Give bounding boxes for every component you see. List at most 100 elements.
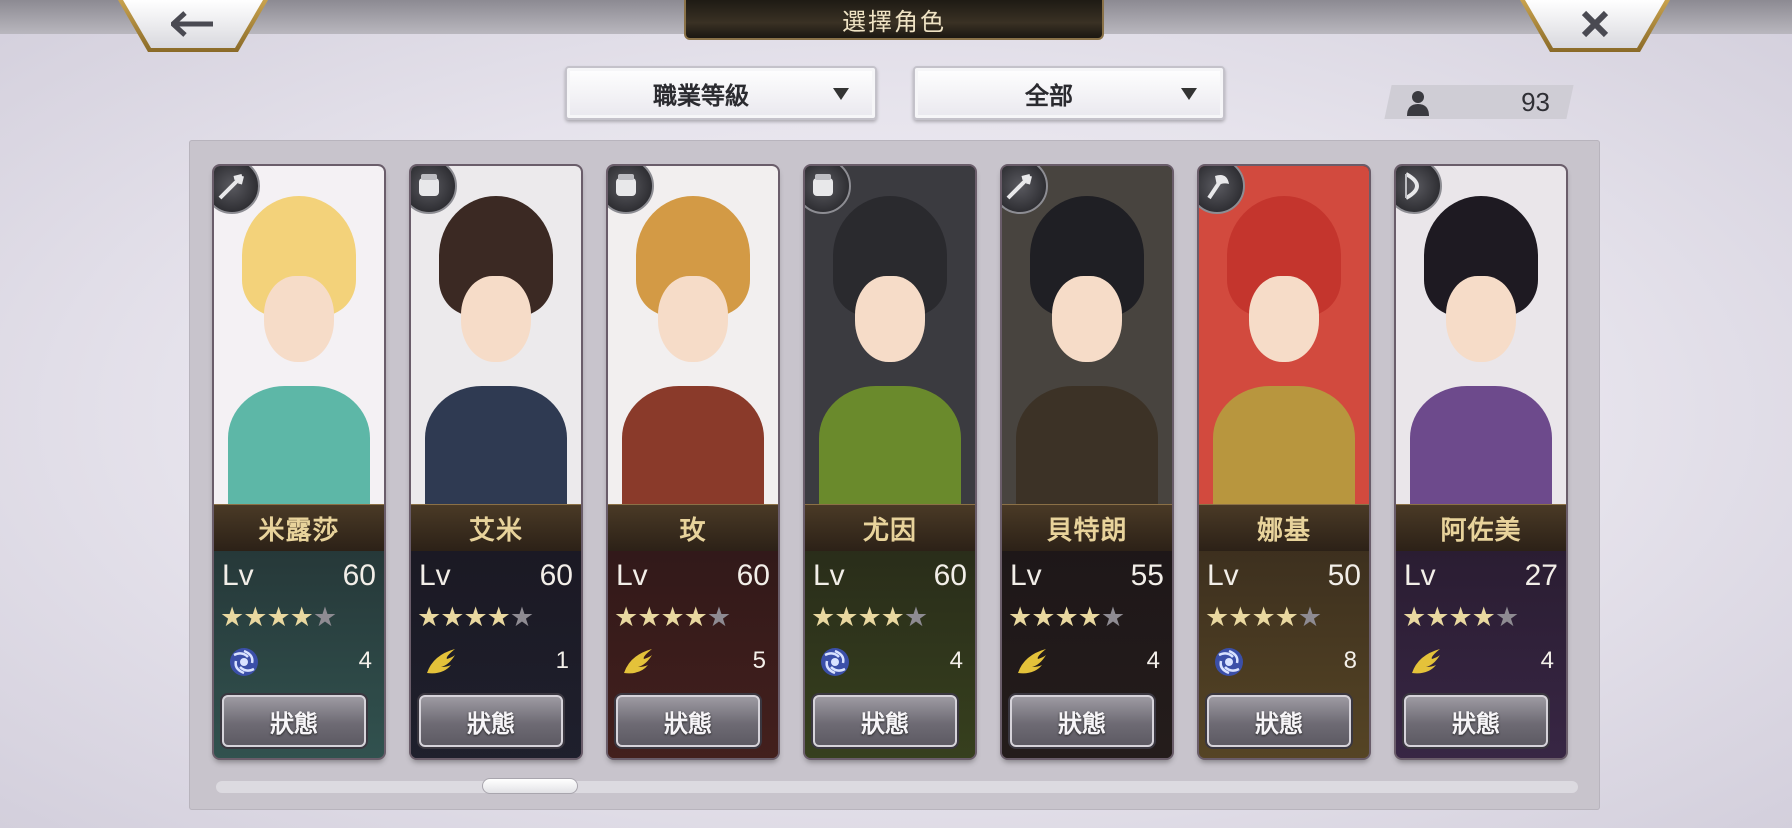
- star-icon: ★: [1077, 602, 1102, 633]
- close-button[interactable]: [1520, 0, 1670, 52]
- wing-icon: [1014, 645, 1050, 679]
- star-icon: ★: [220, 602, 244, 633]
- star-icon: ★: [486, 602, 511, 633]
- character-stats: Lv 60 ★★★★★ 1 狀態: [411, 551, 581, 758]
- star-icon: ★: [289, 602, 314, 633]
- star-icon: ★: [614, 602, 638, 633]
- element-count: 1: [555, 647, 569, 674]
- character-card[interactable]: 尤因 Lv 60 ★★★★★ 4 狀態: [805, 166, 975, 758]
- star-icon: ★: [1448, 602, 1472, 633]
- star-icon: ★: [1054, 602, 1078, 633]
- level-row: Lv 50: [1207, 559, 1361, 595]
- character-name: 阿佐美: [1396, 504, 1566, 552]
- portrait-body: [228, 386, 370, 516]
- character-portrait: [1002, 166, 1172, 516]
- star-icon: ★: [1100, 602, 1125, 633]
- character-stats: Lv 50 ★★★★★ 8 狀態: [1199, 551, 1369, 758]
- star-icon: ★: [266, 602, 290, 633]
- portrait-face: [1446, 276, 1516, 362]
- status-button[interactable]: 狀態: [222, 695, 366, 747]
- back-arrow-icon: [171, 11, 213, 37]
- job-level-dropdown[interactable]: 職業等級: [565, 66, 877, 120]
- star-icon: ★: [1008, 602, 1032, 633]
- level-row: Lv 55: [1010, 559, 1164, 595]
- portrait-face: [1249, 276, 1319, 362]
- level-row: Lv 27: [1404, 559, 1558, 595]
- star-rating: ★★★★★: [220, 602, 337, 633]
- star-icon: ★: [463, 602, 487, 633]
- category-dropdown[interactable]: 全部: [913, 66, 1225, 120]
- level-label: Lv: [419, 559, 451, 592]
- character-name: 娜基: [1199, 504, 1369, 552]
- status-button[interactable]: 狀態: [1207, 695, 1351, 747]
- element-count: 8: [1343, 647, 1357, 674]
- swirl-icon: [1211, 645, 1247, 679]
- character-portrait: [608, 166, 778, 516]
- character-stats: Lv 60 ★★★★★ 4 狀態: [805, 551, 975, 758]
- character-name: 艾米: [411, 504, 581, 552]
- status-button[interactable]: 狀態: [616, 695, 760, 747]
- portrait-body: [1016, 386, 1158, 516]
- star-icon: ★: [834, 602, 858, 633]
- character-card[interactable]: 娜基 Lv 50 ★★★★★ 8 狀態: [1199, 166, 1369, 758]
- level-value: 60: [736, 559, 770, 592]
- level-row: Lv 60: [419, 559, 573, 595]
- star-icon: ★: [1494, 602, 1519, 633]
- chevron-down-icon: [1181, 88, 1197, 100]
- star-icon: ★: [1251, 602, 1275, 633]
- wing-icon: [423, 645, 459, 679]
- portrait-face: [264, 276, 334, 362]
- star-icon: ★: [1425, 602, 1449, 633]
- character-portrait: [805, 166, 975, 516]
- element-count: 5: [752, 647, 766, 674]
- star-icon: ★: [637, 602, 661, 633]
- level-value: 60: [342, 559, 376, 592]
- star-icon: ★: [706, 602, 731, 633]
- character-card[interactable]: 玫 Lv 60 ★★★★★ 5 狀態: [608, 166, 778, 758]
- status-button[interactable]: 狀態: [1404, 695, 1548, 747]
- star-icon: ★: [509, 602, 534, 633]
- character-portrait: [1396, 166, 1566, 516]
- star-icon: ★: [660, 602, 684, 633]
- scrollbar-thumb[interactable]: [482, 778, 578, 794]
- status-button[interactable]: 狀態: [813, 695, 957, 747]
- star-icon: ★: [1297, 602, 1322, 633]
- character-stats: Lv 55 ★★★★★ 4 狀態: [1002, 551, 1172, 758]
- element-row: 4: [815, 645, 963, 679]
- level-label: Lv: [1207, 559, 1239, 592]
- character-portrait: [1199, 166, 1369, 516]
- element-row: 4: [1012, 645, 1160, 679]
- roster-count: 93: [1521, 86, 1550, 117]
- status-button[interactable]: 狀態: [1010, 695, 1154, 747]
- element-row: 1: [421, 645, 569, 679]
- element-row: 5: [618, 645, 766, 679]
- portrait-body: [819, 386, 961, 516]
- job-level-label: 職業等級: [653, 80, 749, 110]
- back-button[interactable]: [118, 0, 268, 52]
- level-label: Lv: [616, 559, 648, 592]
- level-row: Lv 60: [222, 559, 376, 595]
- star-icon: ★: [1031, 602, 1055, 633]
- portrait-body: [1213, 386, 1355, 516]
- character-card[interactable]: 阿佐美 Lv 27 ★★★★★ 4 狀態: [1396, 166, 1566, 758]
- level-value: 50: [1327, 559, 1361, 592]
- character-card[interactable]: 米露莎 Lv 60 ★★★★★ 4 狀態: [214, 166, 384, 758]
- level-label: Lv: [1404, 559, 1436, 592]
- element-row: 4: [1406, 645, 1554, 679]
- star-icon: ★: [683, 602, 708, 633]
- person-icon: [1407, 91, 1429, 116]
- star-icon: ★: [1402, 602, 1426, 633]
- portrait-face: [658, 276, 728, 362]
- level-label: Lv: [813, 559, 845, 592]
- character-card[interactable]: 貝特朗 Lv 55 ★★★★★ 4 狀態: [1002, 166, 1172, 758]
- character-card[interactable]: 艾米 Lv 60 ★★★★★ 1 狀態: [411, 166, 581, 758]
- level-label: Lv: [222, 559, 254, 592]
- element-row: 4: [224, 645, 372, 679]
- scrollbar-track[interactable]: [216, 781, 1578, 793]
- character-stats: Lv 60 ★★★★★ 4 狀態: [214, 551, 384, 758]
- portrait-face: [1052, 276, 1122, 362]
- portrait-face: [855, 276, 925, 362]
- star-icon: ★: [1471, 602, 1496, 633]
- status-button[interactable]: 狀態: [419, 695, 563, 747]
- character-stats: Lv 60 ★★★★★ 5 狀態: [608, 551, 778, 758]
